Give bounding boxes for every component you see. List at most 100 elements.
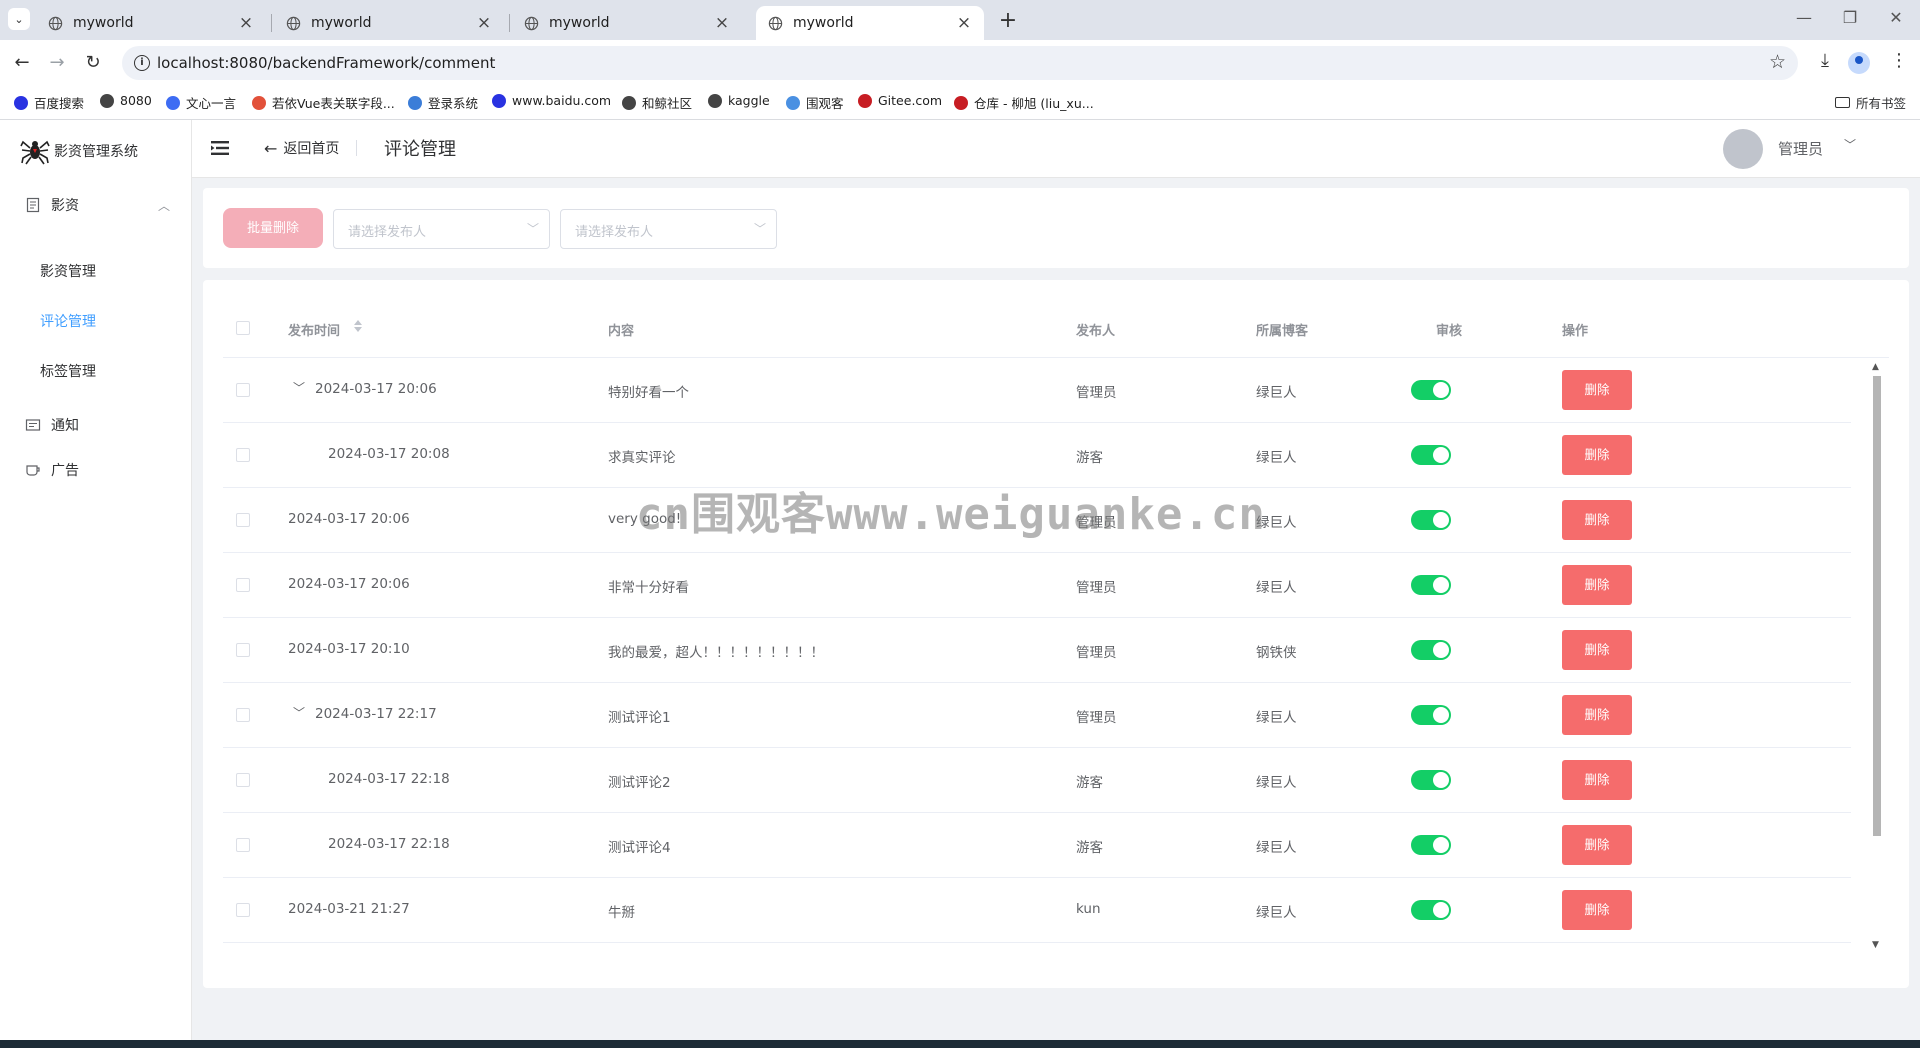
author-select-2[interactable]: 请选择发布人 ﹀ [560, 209, 777, 249]
new-tab-button[interactable]: + [996, 8, 1020, 33]
app-name: 影资管理系统 [54, 144, 138, 160]
page-title: 评论管理 [384, 139, 456, 160]
profile-avatar[interactable] [1848, 52, 1870, 74]
column-header-time[interactable]: 发布时间 [288, 320, 340, 339]
review-toggle[interactable] [1411, 640, 1451, 660]
bookmark-star-icon[interactable]: ☆ [1769, 51, 1786, 73]
collapse-menu-icon[interactable] [210, 138, 230, 158]
delete-button[interactable]: 删除 [1562, 370, 1632, 410]
delete-button[interactable]: 删除 [1562, 630, 1632, 670]
bookmark-item[interactable]: 登录系统 [408, 93, 478, 112]
row-checkbox[interactable] [236, 708, 250, 722]
avatar[interactable] [1723, 129, 1763, 169]
tab-close-icon[interactable]: × [712, 13, 732, 33]
delete-button[interactable]: 删除 [1562, 435, 1632, 475]
all-bookmarks-button[interactable]: 所有书签 [1834, 93, 1906, 112]
cell-author: 管理员 [1076, 385, 1117, 401]
watermark: cn围观客www.weiguanke.cn [636, 489, 1266, 540]
table-row: 2024-03-17 22:18 测试评论4 游客 绿巨人 删除 [223, 813, 1851, 878]
review-toggle[interactable] [1411, 900, 1451, 920]
row-checkbox[interactable] [236, 448, 250, 462]
row-checkbox[interactable] [236, 903, 250, 917]
bookmark-item[interactable]: 8080 [100, 93, 152, 108]
bookmark-item[interactable]: 文心一言 [166, 93, 236, 112]
review-toggle[interactable] [1411, 835, 1451, 855]
browser-tab-strip: ⌄ myworld × myworld × myworld × myworld × + — ❐… [0, 0, 1920, 40]
back-arrow-icon[interactable]: ← [9, 50, 35, 76]
expand-chevron-icon[interactable]: ﹀ [293, 379, 305, 396]
address-url[interactable]: localhost:8080/backendFramework/comment [157, 54, 495, 72]
delete-button[interactable]: 删除 [1562, 695, 1632, 735]
cell-author: 管理员 [1076, 710, 1117, 726]
tab-close-icon[interactable]: × [236, 13, 256, 33]
row-checkbox[interactable] [236, 643, 250, 657]
expand-chevron-icon[interactable]: ﹀ [293, 704, 305, 721]
back-home-link[interactable]: ← 返回首页 [264, 138, 339, 158]
restore-icon[interactable]: ❐ [1840, 8, 1860, 27]
chevron-down-icon: ﹀ [753, 222, 766, 236]
scrollbar-thumb[interactable] [1873, 376, 1881, 836]
select-all-checkbox[interactable] [236, 321, 250, 335]
menu-group-yingzi[interactable]: 影资 ︿ [0, 180, 192, 230]
row-checkbox[interactable] [236, 838, 250, 852]
browser-tab[interactable]: myworld × [274, 6, 504, 40]
browser-tab[interactable]: myworld × [36, 6, 266, 40]
delete-button[interactable]: 删除 [1562, 500, 1632, 540]
download-icon[interactable]: ⤓ [1812, 50, 1838, 71]
bookmark-label: Gitee.com [878, 93, 943, 108]
user-name-dropdown[interactable]: 管理员 [1778, 138, 1823, 159]
tab-close-icon[interactable]: × [474, 13, 494, 33]
review-toggle[interactable] [1411, 575, 1451, 595]
review-toggle[interactable] [1411, 510, 1451, 530]
cell-author: 管理员 [1076, 580, 1117, 596]
row-checkbox[interactable] [236, 513, 250, 527]
cell-author: 管理员 [1076, 645, 1117, 661]
reload-icon[interactable]: ↻ [80, 50, 106, 76]
chevron-down-icon[interactable]: ﹀ [1844, 136, 1856, 153]
document-icon [26, 197, 40, 213]
tab-title: myworld [311, 15, 372, 31]
row-checkbox[interactable] [236, 773, 250, 787]
sort-caret-icon[interactable] [353, 318, 363, 334]
tab-close-icon[interactable]: × [954, 13, 974, 33]
bookmark-item[interactable]: 和鲸社区 [622, 93, 692, 112]
browser-tab[interactable]: myworld × [512, 6, 742, 40]
menu-notice[interactable]: 通知 [0, 400, 192, 450]
scroll-down-icon[interactable]: ▼ [1872, 940, 1879, 950]
review-toggle[interactable] [1411, 380, 1451, 400]
close-window-icon[interactable]: ✕ [1886, 8, 1906, 27]
delete-button[interactable]: 删除 [1562, 565, 1632, 605]
review-toggle[interactable] [1411, 770, 1451, 790]
bookmark-item[interactable]: Gitee.com [858, 93, 942, 108]
author-select-1[interactable]: 请选择发布人 ﹀ [333, 209, 550, 249]
sidebar-item-film-management[interactable]: 影资管理 [0, 247, 192, 297]
bookmark-item[interactable]: 百度搜索 [14, 93, 84, 112]
bookmark-label: 和鲸社区 [642, 96, 693, 111]
bookmark-item[interactable]: 围观客 [786, 93, 844, 112]
bookmark-item[interactable]: kaggle [708, 93, 770, 108]
bookmark-item[interactable]: 若依Vue表关联字段... [252, 93, 395, 112]
review-toggle[interactable] [1411, 445, 1451, 465]
menu-ad[interactable]: 广告 [0, 445, 192, 495]
bookmark-item[interactable]: 仓库 - 柳旭 (liu_xu... [954, 93, 1094, 112]
delete-button[interactable]: 删除 [1562, 890, 1632, 930]
site-info-icon[interactable]: i [134, 55, 150, 71]
tab-search-dropdown[interactable]: ⌄ [8, 8, 30, 30]
cell-author: 游客 [1076, 840, 1103, 856]
batch-delete-button[interactable]: 批量删除 [223, 208, 323, 248]
forward-arrow-icon[interactable]: → [44, 50, 70, 76]
more-menu-icon[interactable]: ⋮ [1886, 50, 1912, 71]
address-bar[interactable]: i localhost:8080/backendFramework/commen… [122, 46, 1798, 80]
sidebar-item-comment-management[interactable]: 评论管理 [0, 297, 192, 347]
row-checkbox[interactable] [236, 578, 250, 592]
sidebar-item-tag-management[interactable]: 标签管理 [0, 347, 192, 397]
scroll-up-icon[interactable]: ▲ [1872, 362, 1879, 372]
browser-tab[interactable]: myworld × [756, 6, 984, 40]
bookmark-item[interactable]: www.baidu.com [492, 93, 611, 108]
minimize-icon[interactable]: — [1794, 8, 1814, 27]
delete-button[interactable]: 删除 [1562, 760, 1632, 800]
delete-button[interactable]: 删除 [1562, 825, 1632, 865]
row-checkbox[interactable] [236, 383, 250, 397]
review-toggle[interactable] [1411, 705, 1451, 725]
table-scrollbar[interactable]: ▲ ▼ [1870, 362, 1884, 950]
